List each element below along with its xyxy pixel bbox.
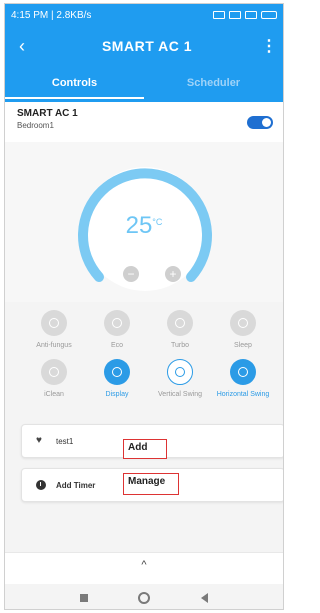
bottom-sheet-handle[interactable]: ^ [5, 552, 283, 584]
thermostat-panel: 25°C − + [5, 142, 283, 302]
power-toggle[interactable] [247, 116, 273, 129]
iclean-icon [41, 359, 67, 385]
mode-label: Display [105, 391, 129, 398]
tab-bar: Controls Scheduler [5, 66, 283, 102]
increase-temp-button[interactable]: + [165, 266, 181, 282]
temperature-value: 25 [125, 212, 153, 239]
recent-apps-icon[interactable] [80, 593, 89, 602]
page-title: SMART AC 1 [101, 38, 193, 54]
mode-label: iClean [44, 391, 64, 398]
mode-label: Vertical Swing [158, 391, 202, 398]
decrease-temp-button[interactable]: − [123, 266, 139, 282]
timer-icon [36, 480, 46, 490]
mode-sleep[interactable]: Sleep [213, 310, 273, 350]
back-nav-icon[interactable] [200, 592, 208, 603]
manage-option[interactable]: Manage [123, 473, 179, 495]
back-icon[interactable]: ‹ [5, 36, 39, 57]
add-timer-label: Add Timer [56, 480, 96, 490]
mode-vertical-swing[interactable]: Vertical Swing [150, 359, 210, 399]
app-bar: ‹ SMART AC 1 ⋮ [5, 26, 283, 66]
add-option[interactable]: Add [123, 439, 167, 459]
signal-icon [229, 11, 241, 19]
mode-horizontal-swing[interactable]: Horizontal Swing [213, 359, 273, 399]
vertical-swing-icon [167, 359, 193, 385]
mode-anti-fungus[interactable]: Anti-fungus [24, 310, 84, 350]
tab-scheduler[interactable]: Scheduler [144, 66, 283, 102]
home-icon[interactable] [138, 591, 151, 604]
heart-icon: ♥ [36, 435, 42, 446]
mode-label: Turbo [170, 342, 190, 349]
mode-eco[interactable]: Eco [87, 310, 147, 350]
mode-turbo[interactable]: Turbo [150, 310, 210, 350]
toggle-knob [262, 118, 271, 127]
mode-label: Horizontal Swing [216, 391, 270, 398]
more-options-icon[interactable]: ⋮ [255, 36, 283, 56]
anti-fungus-icon [41, 310, 67, 336]
sleep-icon [230, 310, 256, 336]
chevron-up-icon: ^ [141, 559, 147, 571]
tab-controls[interactable]: Controls [5, 66, 144, 102]
mode-label: Sleep [234, 342, 252, 349]
temperature-unit: °C [152, 217, 163, 227]
device-name: SMART AC 1 [17, 108, 78, 119]
mode-display[interactable]: Display [87, 359, 147, 399]
device-room: Bedroom1 [17, 121, 54, 130]
mode-label: Eco [110, 342, 124, 349]
mode-iclean[interactable]: iClean [24, 359, 84, 399]
temperature-display: 25°C [5, 212, 283, 240]
schedule-label: test1 [56, 436, 74, 446]
wifi-icon [245, 11, 257, 19]
phone-screen: 4:15 PM | 2.8KB/s ‹ SMART AC 1 ⋮ Control… [4, 3, 284, 610]
lightbulb-icon [104, 359, 130, 385]
battery-icon [261, 11, 277, 19]
device-header: SMART AC 1 Bedroom1 [5, 102, 283, 142]
mode-label: Anti-fungus [36, 342, 72, 349]
system-nav-bar [5, 584, 283, 609]
horizontal-swing-icon [230, 359, 256, 385]
sim-icon [213, 11, 225, 19]
turbo-icon [167, 310, 193, 336]
eco-icon [104, 310, 130, 336]
status-time: 4:15 PM | 2.8KB/s [11, 9, 92, 21]
status-bar: 4:15 PM | 2.8KB/s [5, 4, 283, 26]
